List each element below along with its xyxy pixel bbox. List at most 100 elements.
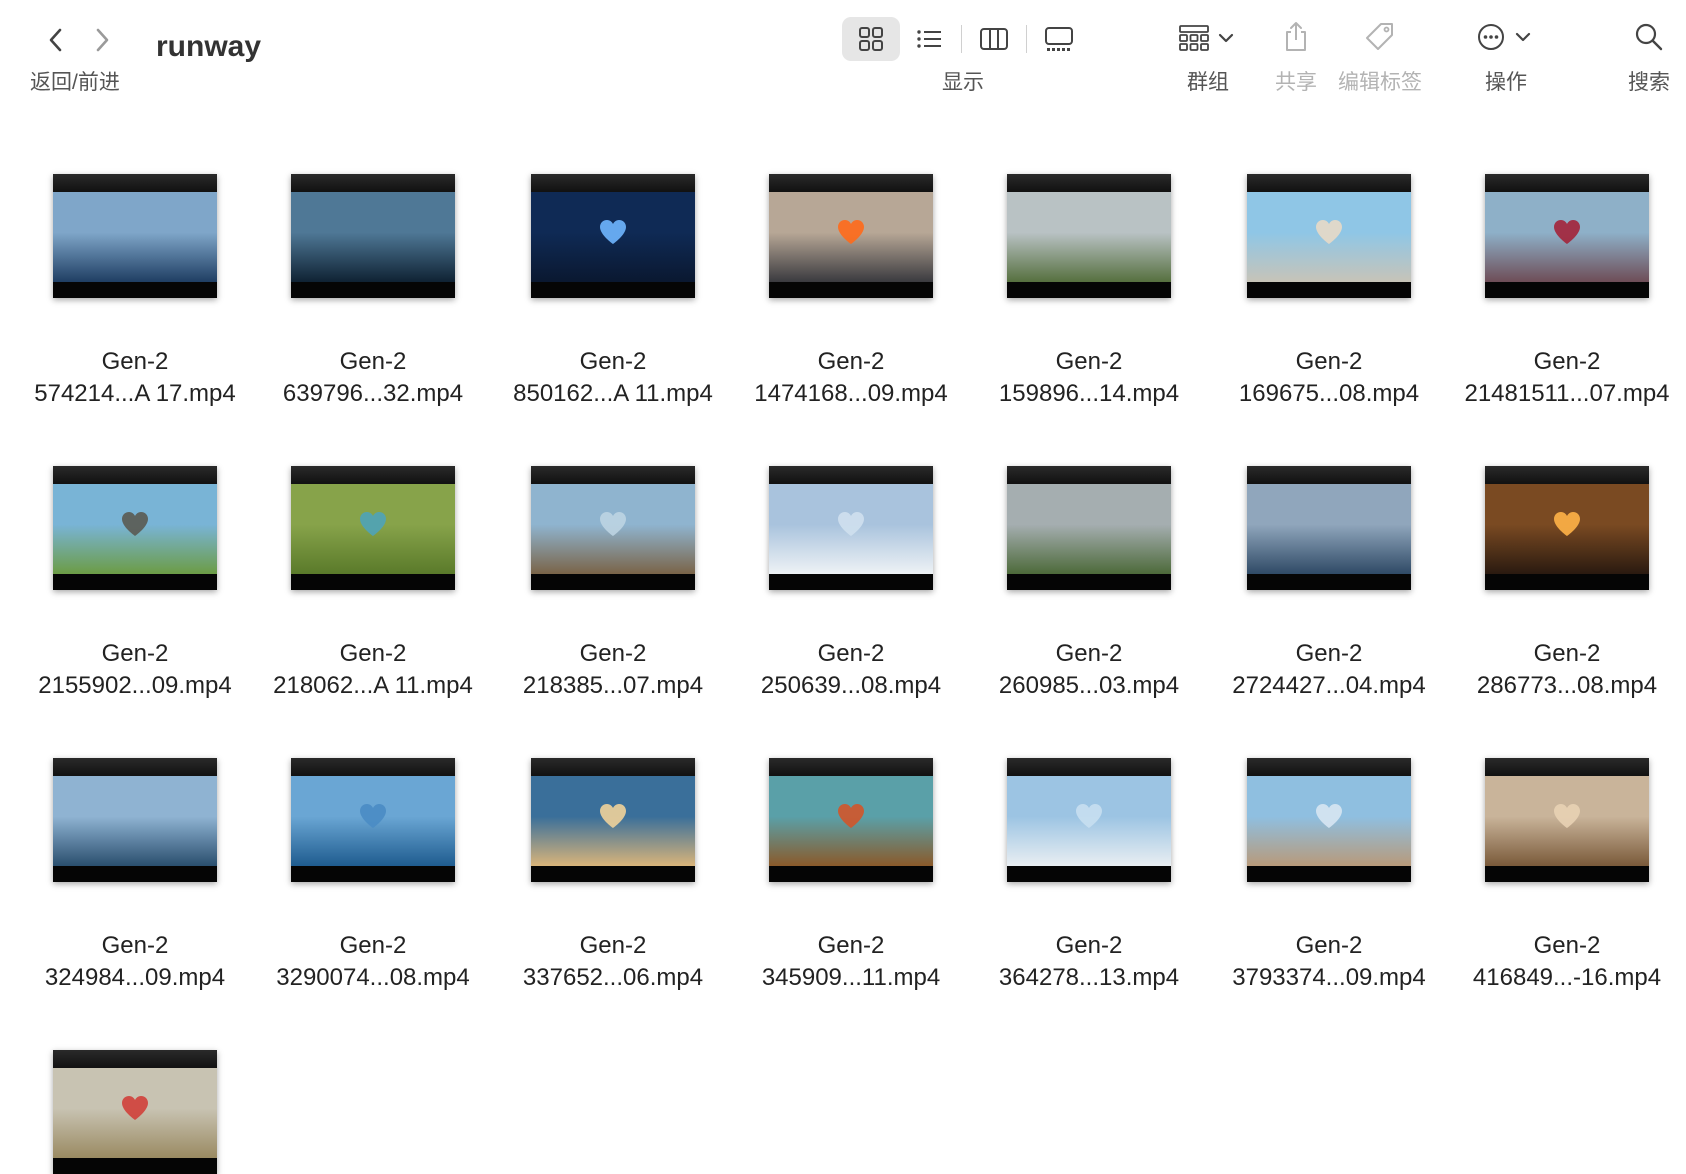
list-view-icon (917, 30, 941, 48)
thumbnail-bottom-bar (531, 866, 695, 882)
column-view-icon (980, 28, 1008, 50)
back-button[interactable] (34, 18, 78, 62)
file-item[interactable]: Gen-2 364278...13.mp4 (970, 758, 1208, 994)
thumbnail-top-bar (53, 466, 217, 484)
tag-icon (1366, 23, 1393, 50)
edit-tags-button[interactable]: 编辑标签 (1338, 14, 1422, 96)
video-thumbnail (53, 1050, 217, 1174)
file-name-line2: 345909...11.mp4 (761, 964, 941, 991)
file-item[interactable]: Gen-2 416849...-16.mp4 (1448, 758, 1686, 994)
file-item[interactable]: Gen-2 3290074...08.mp4 (254, 758, 492, 994)
file-name-line1: Gen-2 (817, 348, 885, 375)
file-name-line2: 260985...03.mp4 (998, 672, 1180, 699)
share-icon (1286, 22, 1306, 51)
thumbnail-top-bar (1007, 466, 1171, 484)
thumbnail-bottom-bar (769, 866, 933, 882)
file-item[interactable]: Gen-2 3793374...09.mp4 (1210, 758, 1448, 994)
file-item[interactable]: Gen-2 337652...06.mp4 (494, 758, 732, 994)
thumbnail-image (1485, 192, 1649, 282)
thumbnail-image (53, 192, 217, 282)
file-name-line1: Gen-2 (339, 932, 407, 959)
thumbnail-top-bar (1007, 758, 1171, 776)
icon-view-button[interactable] (842, 17, 900, 61)
search-label: 搜索 (1628, 71, 1670, 94)
file-name-line1: Gen-2 (1533, 932, 1601, 959)
thumbnail-bottom-bar (531, 574, 695, 590)
ellipsis-circle-icon (1478, 24, 1531, 50)
thumbnail-top-bar (531, 758, 695, 776)
file-item[interactable]: Gen-2 345909...11.mp4 (732, 758, 970, 994)
thumbnail-top-bar (53, 1050, 217, 1068)
column-view-button[interactable] (965, 17, 1023, 61)
video-thumbnail (1007, 758, 1171, 882)
thumbnail-image (291, 484, 455, 574)
thumbnail-bottom-bar (291, 866, 455, 882)
edit-tags-label: 编辑标签 (1338, 71, 1422, 94)
file-name-line2: 639796...32.mp4 (282, 380, 464, 407)
file-item[interactable]: Gen-2 169675...08.mp4 (1210, 174, 1448, 410)
file-name-line1: Gen-2 (339, 640, 407, 667)
thumbnail-image (531, 776, 695, 866)
share-button[interactable]: 共享 (1275, 14, 1317, 96)
video-thumbnail (1485, 758, 1649, 882)
file-item[interactable] (16, 1050, 254, 1174)
file-name-line1: Gen-2 (1533, 640, 1601, 667)
file-item[interactable]: Gen-2 574214...A 17.mp4 (16, 174, 254, 410)
file-name-line1: Gen-2 (579, 640, 647, 667)
thumbnail-bottom-bar (291, 574, 455, 590)
file-name-line1: Gen-2 (1055, 348, 1123, 375)
thumbnail-bottom-bar (531, 282, 695, 298)
forward-button[interactable] (80, 18, 124, 62)
list-view-button[interactable] (900, 17, 958, 61)
thumbnail-image (1007, 192, 1171, 282)
file-item[interactable]: Gen-2 850162...A 11.mp4 (494, 174, 732, 410)
file-item[interactable]: Gen-2 639796...32.mp4 (254, 174, 492, 410)
file-item[interactable]: Gen-2 1474168...09.mp4 (732, 174, 970, 410)
file-item[interactable]: Gen-2 21481511...07.mp4 (1448, 174, 1686, 410)
video-thumbnail (1485, 466, 1649, 590)
file-item[interactable]: Gen-2 260985...03.mp4 (970, 466, 1208, 702)
video-thumbnail (531, 758, 695, 882)
heart-icon (600, 511, 626, 536)
file-name-line2: 574214...A 17.mp4 (34, 380, 236, 407)
search-button[interactable]: 搜索 (1628, 14, 1670, 96)
heart-icon (360, 803, 386, 828)
heart-icon (1554, 511, 1580, 536)
file-item[interactable]: Gen-2 159896...14.mp4 (970, 174, 1208, 410)
file-name-line1: Gen-2 (1055, 932, 1123, 959)
thumbnail-top-bar (53, 758, 217, 776)
video-thumbnail (1007, 174, 1171, 298)
thumbnail-bottom-bar (1007, 866, 1171, 882)
file-item[interactable]: Gen-2 286773...08.mp4 (1448, 466, 1686, 702)
gallery-view-button[interactable] (1030, 17, 1088, 61)
file-item[interactable]: Gen-2 324984...09.mp4 (16, 758, 254, 994)
heart-icon (838, 511, 864, 536)
thumbnail-image (1247, 484, 1411, 574)
file-name-line1: Gen-2 (1295, 348, 1363, 375)
file-name-line2: 324984...09.mp4 (44, 964, 226, 991)
file-name-line1: Gen-2 (101, 348, 169, 375)
video-thumbnail (53, 758, 217, 882)
group-label: 群组 (1187, 71, 1229, 94)
file-item[interactable]: Gen-2 218385...07.mp4 (494, 466, 732, 702)
thumbnail-top-bar (1485, 466, 1649, 484)
file-name-line1: Gen-2 (1533, 348, 1601, 375)
file-name-line2: 218062...A 11.mp4 (273, 672, 473, 699)
heart-icon (1554, 219, 1580, 244)
thumbnail-bottom-bar (53, 282, 217, 298)
group-button[interactable]: 群组 (1178, 14, 1238, 96)
thumbnail-image (769, 192, 933, 282)
file-item[interactable]: Gen-2 2155902...09.mp4 (16, 466, 254, 702)
actions-button[interactable]: 操作 (1476, 14, 1536, 96)
thumbnail-top-bar (531, 174, 695, 192)
thumbnail-top-bar (1247, 174, 1411, 192)
video-thumbnail (531, 174, 695, 298)
finder-toolbar: 返回/前进 runway 显示 群组 共享 编辑标签 操作 搜索 (0, 0, 1686, 110)
thumbnail-bottom-bar (53, 866, 217, 882)
file-item[interactable]: Gen-2 250639...08.mp4 (732, 466, 970, 702)
file-item[interactable]: Gen-2 218062...A 11.mp4 (254, 466, 492, 702)
thumbnail-bottom-bar (291, 282, 455, 298)
heart-icon (1076, 803, 1102, 828)
file-item[interactable]: Gen-2 2724427...04.mp4 (1210, 466, 1448, 702)
heart-icon (1554, 803, 1580, 828)
